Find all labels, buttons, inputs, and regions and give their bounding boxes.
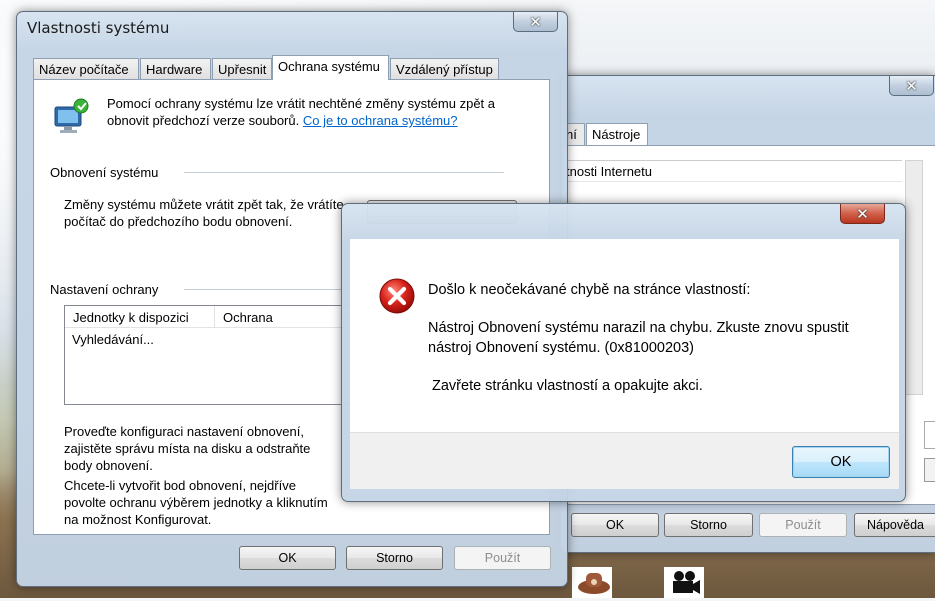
close-button[interactable]: ✕ [889,76,934,96]
button-label: OK [278,551,297,565]
dialog-footer: OK [350,432,899,489]
cancel-button[interactable]: Storno [346,546,443,570]
protection-group-label: Nastavení ochrany [50,282,159,297]
tab-label: Upřesnit [218,62,267,77]
error-dialog: ✕ Došlo k neočekávané chybě na stránce v… [341,203,906,502]
button-partial[interactable] [924,458,935,482]
create-description: Chcete-li vytvořit bod obnovení, nejdřív… [64,478,296,493]
button-label: OK [830,454,852,470]
config-description-line3: body obnovení. [64,458,153,473]
create-description-line2: povolte ochranu výběrem jednotky a klikn… [64,495,328,510]
config-description-line2: zajistěte správu místa na disku a odstra… [64,441,311,456]
list-item: Vyhledávání... [72,332,154,347]
tab-tools[interactable]: Nástroje [586,123,648,145]
camera-icon [673,571,700,594]
button-label: Storno [690,518,727,532]
error-heading: Došlo k neočekávané chybě na stránce vla… [428,282,751,298]
close-icon: ✕ [856,204,869,223]
intro-text-prefix: obnovit předchozí verze souborů. [107,113,300,128]
tab-label: Hardware [146,62,203,77]
cancel-button[interactable]: Storno [664,513,753,537]
tab-label: Ochrana systému [278,59,380,74]
tab-computer-name[interactable]: Název počítače [33,58,139,79]
close-button[interactable]: ✕ [840,204,885,224]
ok-button[interactable]: OK [792,446,890,478]
config-description: Proveďte konfiguraci nastavení obnovení, [64,424,304,439]
hat-icon [578,573,610,594]
system-protection-icon [54,98,89,133]
button-label: Použít [785,518,821,532]
dialog-body: Došlo k neočekávané chybě na stránce vla… [350,239,899,432]
tab-remote[interactable]: Vzdálený přístup [390,58,499,79]
column-header-label: Ochrana [223,310,273,325]
error-icon [379,278,415,314]
close-icon: ✕ [529,12,542,31]
button-label: Použít [484,551,521,565]
restore-description: Změny systému můžete vrátit zpět tak, že… [64,197,344,212]
desktop-shortcut-icon[interactable] [664,567,704,598]
restore-description-line2: počítač do předchozího bodu obnovení. [64,214,293,229]
tab-label: Název počítače [39,62,129,77]
ok-button[interactable]: OK [239,546,336,570]
close-icon: ✕ [905,76,918,95]
help-button[interactable]: Nápověda [854,513,935,537]
tab-system-protection[interactable]: Ochrana systému [272,55,389,80]
field-partial [924,421,935,449]
error-message-line2: nástroj Obnovení systému. (0x81000203) [428,340,694,356]
button-label: Storno [376,551,413,565]
group-divider [184,172,504,173]
close-button[interactable]: ✕ [513,12,558,32]
tab-advanced[interactable]: Upřesnit [212,58,272,79]
desktop-shortcut-icon[interactable] [572,567,612,598]
column-header-label: Jednotky k dispozici [73,310,189,325]
tab-label: Nástroje [592,127,641,142]
apply-button[interactable]: Použít [759,513,847,537]
restore-group-label: Obnovení systému [50,165,159,180]
error-instruction: Zavřete stránku vlastností a opakujte ak… [432,378,703,394]
tab-hardware[interactable]: Hardware [140,58,211,79]
list-item[interactable]: tnosti Internetu [566,163,652,180]
column-header-drives[interactable]: Jednotky k dispozici [65,306,215,328]
button-label: OK [605,518,625,532]
help-link[interactable]: Co je to ochrana systému? [303,113,458,128]
intro-text: Pomocí ochrany systému lze vrátit nechtě… [107,96,496,111]
create-description-line3: na možnost Konfigurovat. [64,512,212,527]
intro-text-line2: obnovit předchozí verze souborů. Co je t… [107,112,458,129]
ok-button[interactable]: OK [571,513,659,537]
apply-button[interactable]: Použít [454,546,551,570]
tab-label: Vzdálený přístup [396,62,493,77]
error-message: Nástroj Obnovení systému narazil na chyb… [428,320,849,336]
window-title: Vlastnosti systému [27,19,170,37]
button-label: Nápověda [867,518,924,532]
scrollbar[interactable] [905,160,923,395]
